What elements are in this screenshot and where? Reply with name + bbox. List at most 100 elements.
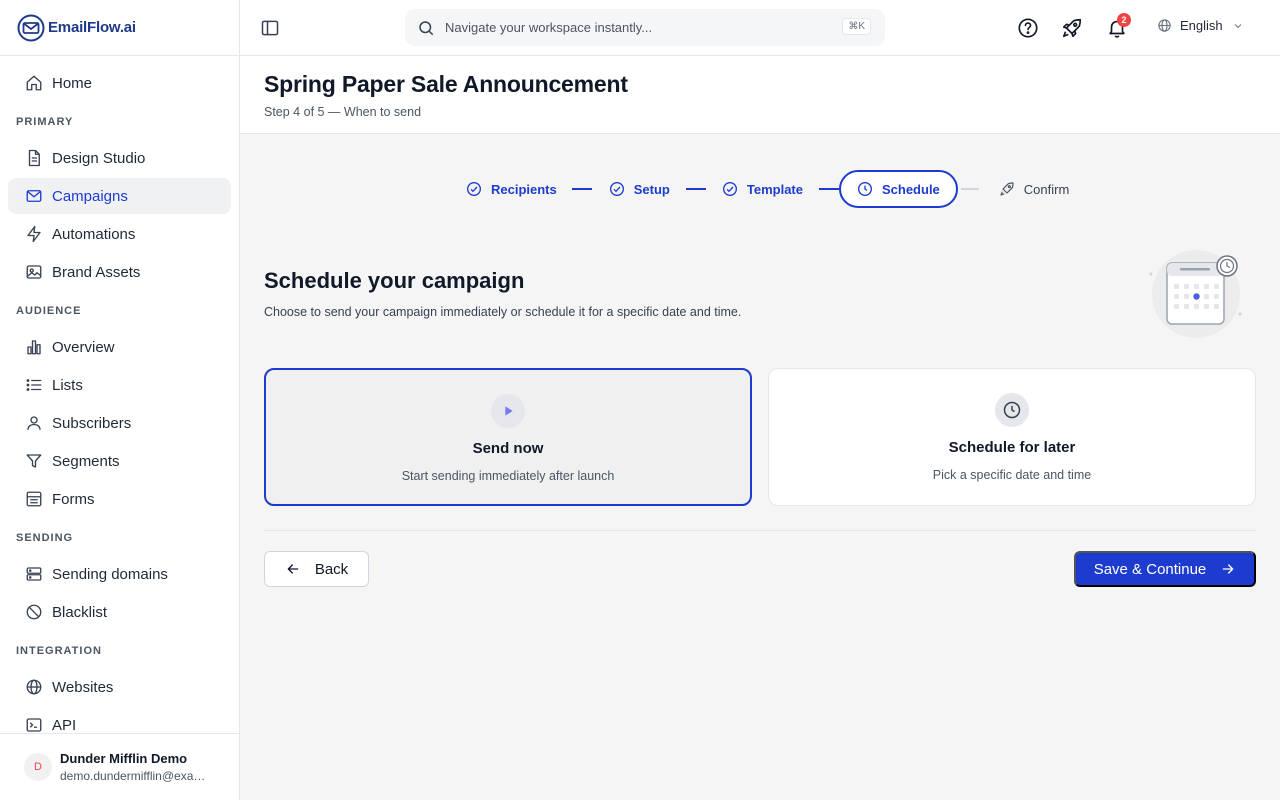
divider xyxy=(264,530,1256,531)
section-title: Schedule your campaign xyxy=(264,268,525,293)
sidebar-item-api[interactable]: API xyxy=(8,707,231,733)
sidebar-item-label: API xyxy=(52,716,77,734)
home-icon xyxy=(24,73,44,93)
help-icon[interactable] xyxy=(1017,17,1039,39)
terminal-icon xyxy=(24,715,44,733)
sidebar-item-label: Automations xyxy=(52,225,136,243)
back-button[interactable]: Back xyxy=(264,551,369,587)
globe-icon xyxy=(1158,19,1171,32)
notification-badge: 2 xyxy=(1117,13,1131,27)
check-circle-icon xyxy=(722,182,737,196)
document-icon xyxy=(24,148,44,168)
sidebar-item-label: Overview xyxy=(52,338,115,356)
sidebar-item-label: Forms xyxy=(52,490,95,508)
logo[interactable]: EmailFlow.ai xyxy=(0,0,239,56)
sidebar-item-label: Campaigns xyxy=(52,187,128,205)
page-subtitle: Step 4 of 5 — When to send xyxy=(264,105,422,119)
sidebar-item-label: Home xyxy=(52,74,93,92)
arrow-left-icon xyxy=(287,564,299,574)
step-recipients[interactable]: Recipients xyxy=(466,170,557,208)
form-icon xyxy=(24,489,44,509)
sidebar-item-home[interactable]: Home xyxy=(8,65,231,101)
step-connector xyxy=(685,188,706,190)
search-input[interactable]: Navigate your workspace instantly... ⌘K xyxy=(405,9,885,46)
language-selector[interactable]: English xyxy=(1157,18,1244,33)
search-shortcut: ⌘K xyxy=(842,18,871,35)
search-placeholder: Navigate your workspace instantly... xyxy=(445,20,653,35)
sidebar-item-subscribers[interactable]: Subscribers xyxy=(8,405,231,441)
bar-chart-icon xyxy=(24,337,44,357)
sidebar-item-label: Lists xyxy=(52,376,83,394)
save-continue-button[interactable]: Save & Continue xyxy=(1074,551,1256,587)
play-icon xyxy=(491,394,525,428)
option-title: Schedule for later xyxy=(948,439,1076,456)
ban-icon xyxy=(24,602,44,622)
sidebar-item-forms[interactable]: Forms xyxy=(8,481,231,517)
step-label: Recipients xyxy=(491,181,557,197)
option-title: Send now xyxy=(472,440,544,457)
stepper: Recipients Setup Template Schedule Confi… xyxy=(466,170,1069,208)
step-label: Template xyxy=(746,181,803,197)
sidebar-item-label: Segments xyxy=(52,452,120,470)
option-send-now[interactable]: Send now Start sending immediately after… xyxy=(264,368,752,506)
arrow-right-icon xyxy=(1222,564,1234,574)
sidebar-toggle-icon[interactable] xyxy=(260,18,280,38)
sidebar-section-primary: PRIMARY xyxy=(16,115,74,128)
step-template[interactable]: Template xyxy=(722,170,803,208)
sidebar-item-segments[interactable]: Segments xyxy=(8,443,231,479)
step-label: Confirm xyxy=(1023,181,1070,197)
image-icon xyxy=(24,262,44,282)
calendar-illustration xyxy=(1146,248,1246,343)
sidebar-item-overview[interactable]: Overview xyxy=(8,329,231,365)
back-label: Back xyxy=(314,560,349,578)
step-schedule[interactable]: Schedule xyxy=(838,170,958,208)
page-title: Spring Paper Sale Announcement xyxy=(264,71,628,97)
check-circle-icon xyxy=(609,182,624,196)
server-icon xyxy=(24,564,44,584)
sidebar-item-label: Blacklist xyxy=(52,603,108,621)
rocket-icon xyxy=(1000,182,1014,196)
clock-icon xyxy=(857,182,872,196)
globe-icon xyxy=(24,677,44,697)
language-label: English xyxy=(1180,18,1223,33)
chevron-down-icon xyxy=(1234,23,1241,28)
sidebar-item-design-studio[interactable]: Design Studio xyxy=(8,140,231,176)
clock-icon xyxy=(995,393,1029,427)
step-label: Schedule xyxy=(881,181,940,197)
step-setup[interactable]: Setup xyxy=(609,170,670,208)
sidebar-item-automations[interactable]: Automations xyxy=(8,216,231,252)
topbar: Navigate your workspace instantly... ⌘K … xyxy=(240,0,1280,56)
option-schedule-later[interactable]: Schedule for later Pick a specific date … xyxy=(768,368,1256,506)
sidebar-section-sending: SENDING xyxy=(16,531,74,544)
sidebar-section-audience: AUDIENCE xyxy=(16,304,82,317)
option-description: Pick a specific date and time xyxy=(932,468,1092,482)
filter-icon xyxy=(24,451,44,471)
sidebar-item-sending-domains[interactable]: Sending domains xyxy=(8,556,231,592)
rocket-icon[interactable] xyxy=(1061,17,1083,39)
sidebar-item-blacklist[interactable]: Blacklist xyxy=(8,594,231,630)
sidebar-item-websites[interactable]: Websites xyxy=(8,669,231,705)
sidebar-item-label: Subscribers xyxy=(52,414,132,432)
sidebar: EmailFlow.ai Home PRIMARY Design Studio … xyxy=(0,0,240,800)
save-continue-label: Save & Continue xyxy=(1093,560,1207,578)
sidebar-item-brand-assets[interactable]: Brand Assets xyxy=(8,254,231,290)
list-icon xyxy=(24,375,44,395)
user-profile[interactable]: D Dunder Mifflin Demo demo.dundermifflin… xyxy=(0,733,239,800)
step-connector xyxy=(960,188,979,190)
check-circle-icon xyxy=(467,182,481,196)
step-connector xyxy=(571,188,592,190)
sidebar-section-integration: INTEGRATION xyxy=(16,644,102,657)
option-description: Start sending immediately after launch xyxy=(401,469,615,483)
user-name: Dunder Mifflin Demo xyxy=(60,751,188,766)
step-confirm[interactable]: Confirm xyxy=(999,170,1070,208)
sidebar-item-lists[interactable]: Lists xyxy=(8,367,231,403)
sidebar-item-label: Brand Assets xyxy=(52,263,141,281)
user-email: demo.dundermifflin@example.com xyxy=(60,769,212,783)
step-label: Setup xyxy=(633,181,670,197)
sidebar-item-campaigns[interactable]: Campaigns xyxy=(8,178,231,214)
search-icon xyxy=(419,20,434,35)
sidebar-nav: Home PRIMARY Design Studio Campaigns Aut… xyxy=(0,56,239,733)
sidebar-item-label: Design Studio xyxy=(52,149,146,167)
page-header: Spring Paper Sale Announcement Step 4 of… xyxy=(240,56,1280,134)
avatar: D xyxy=(24,753,52,781)
